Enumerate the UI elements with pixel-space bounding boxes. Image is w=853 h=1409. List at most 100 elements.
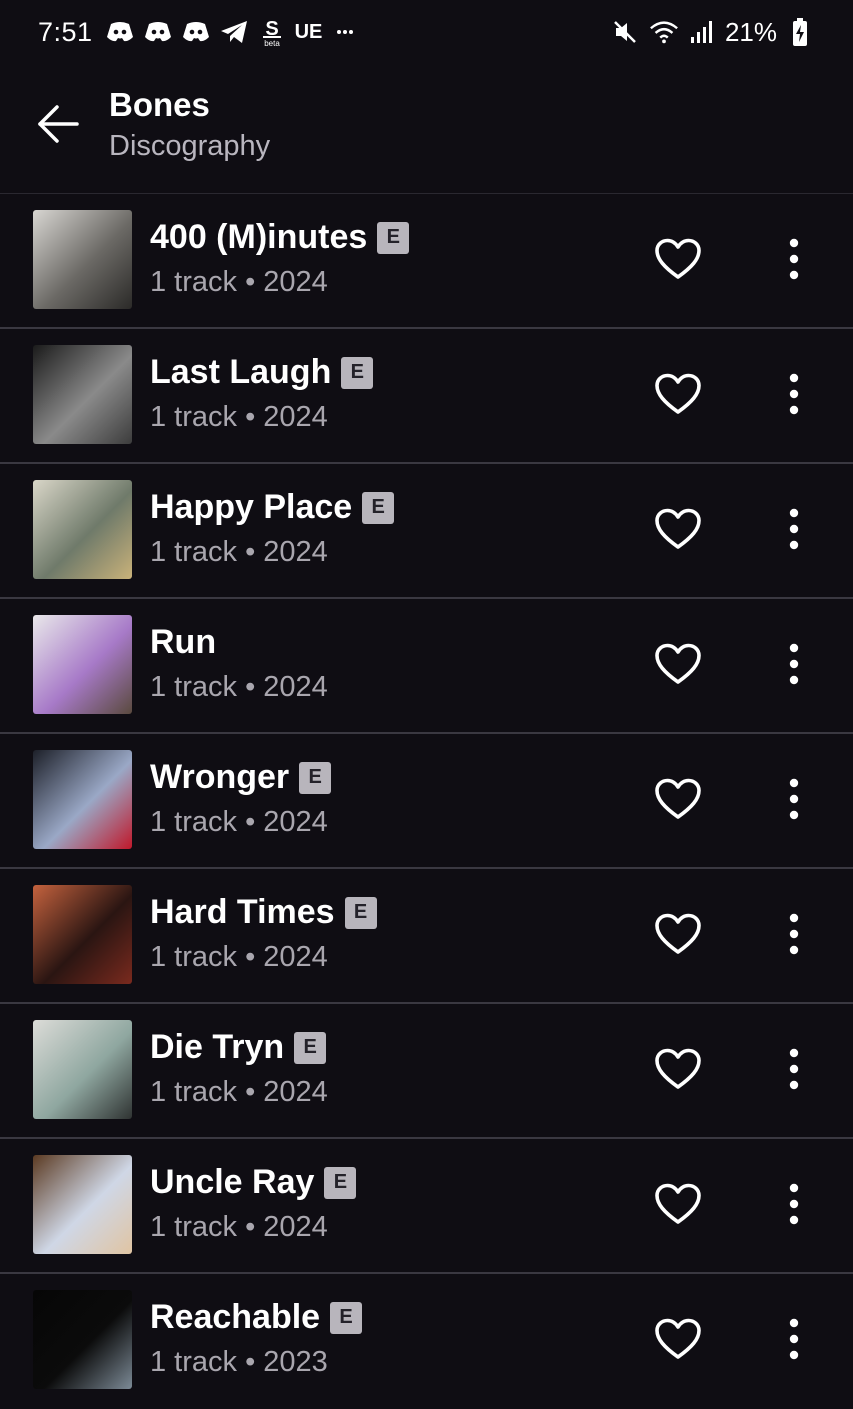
svg-text:beta: beta — [264, 39, 280, 47]
album-meta: 1 track • 2024 — [150, 536, 328, 568]
more-options-button[interactable] — [776, 1047, 812, 1095]
heart-icon — [654, 373, 702, 420]
explicit-badge: E — [377, 221, 410, 254]
more-vertical-icon — [788, 913, 800, 960]
more-vertical-icon — [788, 508, 800, 555]
album-title-line: Wronger E — [150, 758, 332, 797]
heart-icon — [654, 508, 702, 555]
carrier-text: UE — [294, 20, 323, 43]
heart-icon — [654, 778, 702, 825]
explicit-badge: E — [341, 356, 374, 389]
sofi-beta-icon: Sbeta — [257, 18, 287, 47]
album-meta: 1 track • 2024 — [150, 941, 328, 973]
album-title: Happy Place — [150, 488, 353, 526]
more-vertical-icon — [788, 238, 800, 285]
favorite-button[interactable] — [652, 912, 704, 960]
more-vertical-icon — [788, 1318, 800, 1365]
more-vertical-icon — [788, 778, 800, 825]
explicit-badge: E — [330, 1301, 363, 1334]
album-title-line: 400 (M)inutes E — [150, 218, 410, 257]
mute-icon — [611, 19, 641, 45]
more-options-button[interactable] — [776, 912, 812, 960]
back-arrow-icon — [37, 104, 79, 149]
album-art — [33, 480, 132, 579]
more-options-button[interactable] — [776, 237, 812, 285]
favorite-button[interactable] — [652, 777, 704, 825]
page-title: Bones — [109, 86, 210, 123]
explicit-badge: E — [344, 896, 377, 929]
status-bar: 7:51 Sbeta UE 21% — [0, 0, 853, 64]
explicit-badge: E — [362, 491, 395, 524]
favorite-button[interactable] — [652, 372, 704, 420]
album-art — [33, 885, 132, 984]
album-art — [33, 210, 132, 309]
album-art — [33, 750, 132, 849]
album-title-line: Die Tryn E — [150, 1028, 327, 1067]
favorite-button[interactable] — [652, 507, 704, 555]
album-title-line: Reachable E — [150, 1298, 363, 1337]
album-title: Die Tryn — [150, 1028, 285, 1066]
album-art — [33, 345, 132, 444]
more-vertical-icon — [788, 1048, 800, 1095]
heart-icon — [654, 643, 702, 690]
heart-icon — [654, 238, 702, 285]
notification-icons: Sbeta UE — [105, 18, 361, 47]
album-row[interactable]: 400 (M)inutes E 1 track • 2024 — [0, 194, 853, 329]
more-notifications-icon — [330, 19, 360, 45]
system-icons: 21% — [611, 17, 815, 48]
album-art — [33, 615, 132, 714]
album-row[interactable]: Run 1 track • 2024 — [0, 599, 853, 734]
more-options-button[interactable] — [776, 507, 812, 555]
album-row[interactable]: Hard Times E 1 track • 2024 — [0, 869, 853, 1004]
album-title-line: Run — [150, 623, 216, 662]
album-meta: 1 track • 2023 — [150, 1346, 328, 1378]
album-art — [33, 1290, 132, 1389]
album-title: Hard Times — [150, 893, 335, 931]
discography-list: 400 (M)inutes E 1 track • 2024 Last Laugh E 1… — [0, 194, 853, 1409]
status-time: 7:51 — [38, 16, 93, 47]
heart-icon — [654, 1048, 702, 1095]
discord-icon — [143, 19, 173, 45]
signal-icon — [687, 19, 717, 45]
explicit-badge: E — [324, 1166, 357, 1199]
album-title: Last Laugh — [150, 353, 332, 391]
discord-icon — [105, 19, 135, 45]
album-art — [33, 1155, 132, 1254]
page-subtitle: Discography — [109, 130, 271, 162]
more-options-button[interactable] — [776, 642, 812, 690]
album-title: Reachable — [150, 1298, 321, 1336]
back-button[interactable] — [34, 102, 82, 150]
favorite-button[interactable] — [652, 237, 704, 285]
battery-percent: 21% — [724, 16, 777, 47]
album-meta: 1 track • 2024 — [150, 401, 328, 433]
album-row[interactable]: Uncle Ray E 1 track • 2024 — [0, 1139, 853, 1274]
album-row[interactable]: Reachable E 1 track • 2023 — [0, 1274, 853, 1409]
favorite-button[interactable] — [652, 642, 704, 690]
favorite-button[interactable] — [652, 1182, 704, 1230]
explicit-badge: E — [294, 1031, 327, 1064]
wifi-icon — [649, 19, 679, 45]
album-row[interactable]: Happy Place E 1 track • 2024 — [0, 464, 853, 599]
more-options-button[interactable] — [776, 1182, 812, 1230]
album-title: Uncle Ray — [150, 1163, 315, 1201]
more-vertical-icon — [788, 1183, 800, 1230]
album-row[interactable]: Last Laugh E 1 track • 2024 — [0, 329, 853, 464]
album-row[interactable]: Die Tryn E 1 track • 2024 — [0, 1004, 853, 1139]
more-options-button[interactable] — [776, 777, 812, 825]
album-title: 400 (M)inutes — [150, 218, 368, 256]
album-row[interactable]: Wronger E 1 track • 2024 — [0, 734, 853, 869]
app-header: Bones Discography — [0, 64, 853, 194]
album-meta: 1 track • 2024 — [150, 1211, 328, 1243]
more-vertical-icon — [788, 643, 800, 690]
favorite-button[interactable] — [652, 1317, 704, 1365]
more-options-button[interactable] — [776, 372, 812, 420]
favorite-button[interactable] — [652, 1047, 704, 1095]
more-vertical-icon — [788, 373, 800, 420]
heart-icon — [654, 1183, 702, 1230]
album-title: Wronger — [150, 758, 290, 796]
album-title-line: Hard Times E — [150, 893, 377, 932]
album-meta: 1 track • 2024 — [150, 671, 328, 703]
heart-icon — [654, 1318, 702, 1365]
album-meta: 1 track • 2024 — [150, 806, 328, 838]
more-options-button[interactable] — [776, 1317, 812, 1365]
